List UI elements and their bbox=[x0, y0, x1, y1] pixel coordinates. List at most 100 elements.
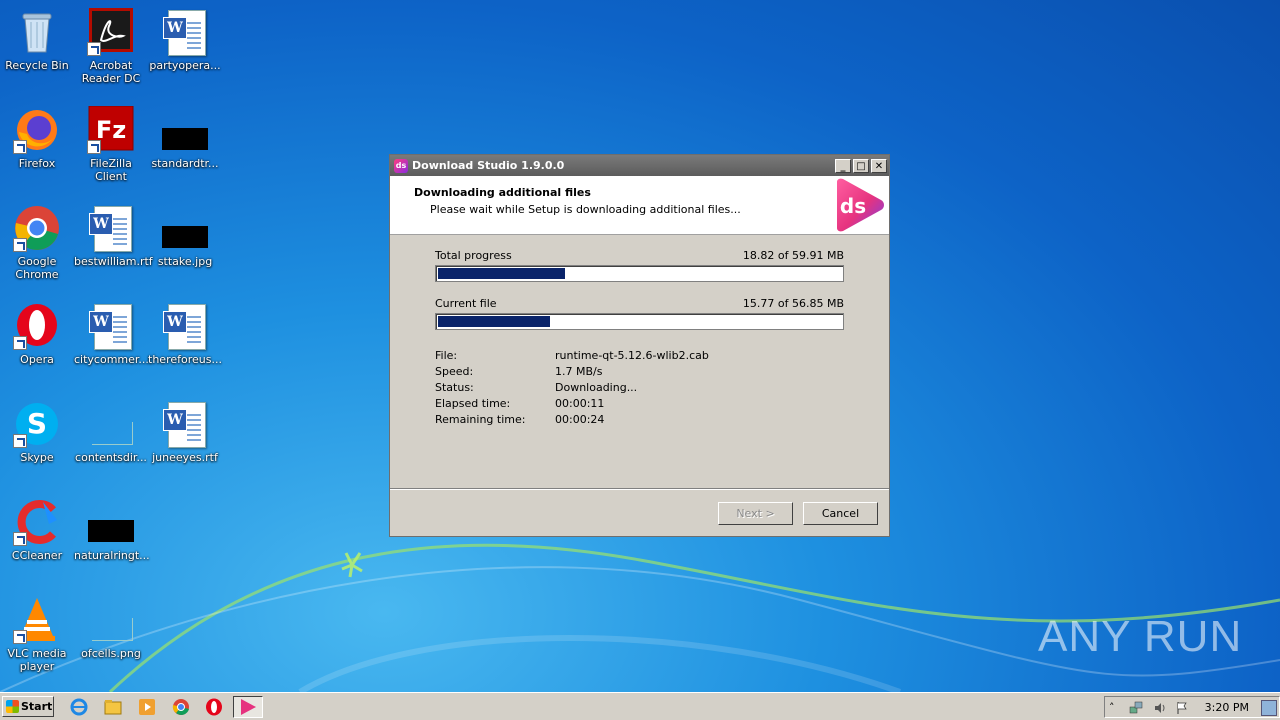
desktop-icon-firefox[interactable]: Firefox bbox=[0, 106, 74, 170]
desktop-icon-naturalringt[interactable]: naturalringt... bbox=[74, 498, 150, 562]
desktop-icon-label: CCleaner bbox=[11, 549, 63, 562]
download-studio-window: ds Download Studio 1.9.0.0 _ □ ✕ Downloa… bbox=[389, 154, 890, 537]
start-label: Start bbox=[21, 700, 53, 713]
total-progress-value: 18.82 of 59.91 MB bbox=[742, 249, 844, 262]
recycle-bin-icon bbox=[13, 8, 61, 56]
chrome-icon bbox=[13, 204, 61, 252]
detail-label: File: bbox=[435, 349, 458, 362]
volume-icon[interactable] bbox=[1153, 701, 1167, 715]
detail-value: runtime-qt-5.12.6-wlib2.cab bbox=[555, 349, 709, 362]
blank-file-icon bbox=[87, 400, 135, 448]
desktop-icon-ofcells[interactable]: ofcells.png bbox=[74, 596, 148, 660]
chrome-taskbar-icon[interactable] bbox=[171, 697, 191, 717]
show-hidden-icons-icon[interactable]: ˄ bbox=[1109, 701, 1123, 715]
desktop-icon-label: citycommer... bbox=[74, 353, 149, 366]
footer-separator bbox=[390, 488, 889, 490]
media-player-icon[interactable] bbox=[137, 697, 157, 717]
filezilla-icon: Fz bbox=[87, 105, 135, 154]
desktop-icon-acrobat[interactable]: Acrobat Reader DC bbox=[74, 8, 148, 85]
wizard-header: Downloading additional files Please wait… bbox=[390, 176, 889, 235]
desktop-icon-sttake[interactable]: sttake.jpg bbox=[148, 204, 222, 268]
app-icon: ds bbox=[394, 158, 408, 173]
desktop-icon-label: naturalringt... bbox=[74, 549, 150, 562]
desktop-icon-label: standardtr... bbox=[151, 157, 219, 170]
desktop-icon-vlc[interactable]: VLC media player bbox=[0, 596, 74, 673]
word-document-icon: W bbox=[161, 8, 209, 56]
action-center-flag-icon[interactable] bbox=[1175, 701, 1189, 715]
desktop-icon-citycommer[interactable]: W citycommer... bbox=[74, 302, 149, 366]
desktop-icon-juneeyes[interactable]: W juneeyes.rtf bbox=[148, 400, 222, 464]
detail-value: 00:00:24 bbox=[555, 413, 605, 426]
shortcut-arrow-icon bbox=[13, 532, 27, 546]
word-document-icon: W bbox=[161, 302, 209, 350]
desktop-icon-label: Recycle Bin bbox=[5, 59, 69, 72]
detail-label: Remaining time: bbox=[435, 413, 526, 426]
taskbar-clock[interactable]: 3:20 PM bbox=[1205, 701, 1249, 714]
desktop-icon-label: juneeyes.rtf bbox=[152, 451, 218, 464]
word-document-icon: W bbox=[161, 400, 209, 448]
close-button[interactable]: ✕ bbox=[871, 158, 887, 173]
shortcut-arrow-icon bbox=[13, 630, 27, 644]
desktop-icon-label: Skype bbox=[20, 451, 54, 464]
watermark-text: ANY RUN bbox=[1038, 612, 1243, 661]
desktop-icon-label: Opera bbox=[20, 353, 54, 366]
next-button[interactable]: Next > bbox=[718, 502, 793, 525]
show-desktop-button[interactable] bbox=[1261, 700, 1277, 716]
logo-text: ds bbox=[840, 194, 866, 218]
desktop-icon-opera[interactable]: Opera bbox=[0, 302, 74, 366]
word-document-icon: W bbox=[87, 302, 135, 350]
start-button[interactable]: Start bbox=[2, 696, 54, 717]
firefox-icon bbox=[13, 106, 61, 154]
desktop-icon-label: Google Chrome bbox=[15, 255, 59, 281]
cancel-button[interactable]: Cancel bbox=[803, 502, 878, 525]
blank-file-icon bbox=[87, 596, 135, 644]
maximize-button[interactable]: □ bbox=[853, 158, 869, 173]
windows-logo-icon bbox=[6, 700, 19, 713]
detail-label: Speed: bbox=[435, 365, 474, 378]
detail-label: Elapsed time: bbox=[435, 397, 511, 410]
ds-taskbar-icon bbox=[241, 699, 256, 715]
detail-value: 1.7 MB/s bbox=[555, 365, 603, 378]
desktop-icon-contentsdir[interactable]: contentsdir... bbox=[74, 400, 148, 464]
shortcut-arrow-icon bbox=[13, 140, 27, 154]
desktop-icon-label: ofcells.png bbox=[81, 647, 141, 660]
taskbar-download-studio-button[interactable] bbox=[233, 696, 263, 718]
ccleaner-icon bbox=[13, 498, 61, 546]
detail-value: Downloading... bbox=[555, 381, 638, 394]
detail-label: Status: bbox=[435, 381, 474, 394]
current-file-progress-bar bbox=[435, 313, 844, 330]
window-titlebar[interactable]: ds Download Studio 1.9.0.0 _ □ ✕ bbox=[390, 155, 889, 176]
ds-logo-icon: ds bbox=[837, 178, 884, 232]
total-progress-bar bbox=[435, 265, 844, 282]
opera-taskbar-icon[interactable] bbox=[204, 697, 224, 717]
current-file-label: Current file bbox=[435, 297, 497, 310]
image-file-icon bbox=[87, 498, 135, 546]
desktop-icon-partyopera[interactable]: W partyopera... bbox=[148, 8, 222, 72]
file-explorer-icon[interactable] bbox=[103, 697, 123, 717]
desktop-icon-standardtr[interactable]: standardtr... bbox=[148, 106, 222, 170]
shortcut-arrow-icon bbox=[87, 42, 101, 56]
internet-explorer-icon[interactable] bbox=[69, 697, 89, 717]
desktop-icon-chrome[interactable]: Google Chrome bbox=[0, 204, 74, 281]
current-file-value: 15.77 of 56.85 MB bbox=[742, 297, 844, 310]
desktop-icon-filezilla[interactable]: Fz FileZilla Client bbox=[74, 105, 148, 183]
vlc-icon bbox=[13, 596, 61, 644]
desktop-icon-thereforeus[interactable]: W thereforeus... bbox=[148, 302, 222, 366]
desktop-icon-bestwilliam[interactable]: W bestwilliam.rtf bbox=[74, 204, 153, 268]
taskbar: Start ˄ 3:20 PM bbox=[0, 692, 1280, 720]
total-progress-label: Total progress bbox=[435, 249, 512, 262]
desktop-icon-label: contentsdir... bbox=[75, 451, 147, 464]
wizard-content: Total progress 18.82 of 59.91 MB Current… bbox=[390, 235, 889, 487]
shortcut-arrow-icon bbox=[87, 140, 101, 154]
desktop-icon-label: partyopera... bbox=[149, 59, 221, 72]
acrobat-icon bbox=[87, 8, 135, 56]
desktop-icon-ccleaner[interactable]: CCleaner bbox=[0, 498, 74, 562]
desktop-icon-recycle-bin[interactable]: Recycle Bin bbox=[0, 8, 74, 72]
skype-icon: S bbox=[13, 400, 61, 448]
minimize-button[interactable]: _ bbox=[835, 158, 851, 173]
desktop-icon-label: VLC media player bbox=[7, 647, 67, 673]
desktop-icon-skype[interactable]: S Skype bbox=[0, 400, 74, 464]
shortcut-arrow-icon bbox=[13, 238, 27, 252]
network-icon[interactable] bbox=[1129, 701, 1143, 715]
image-file-icon bbox=[161, 106, 209, 154]
